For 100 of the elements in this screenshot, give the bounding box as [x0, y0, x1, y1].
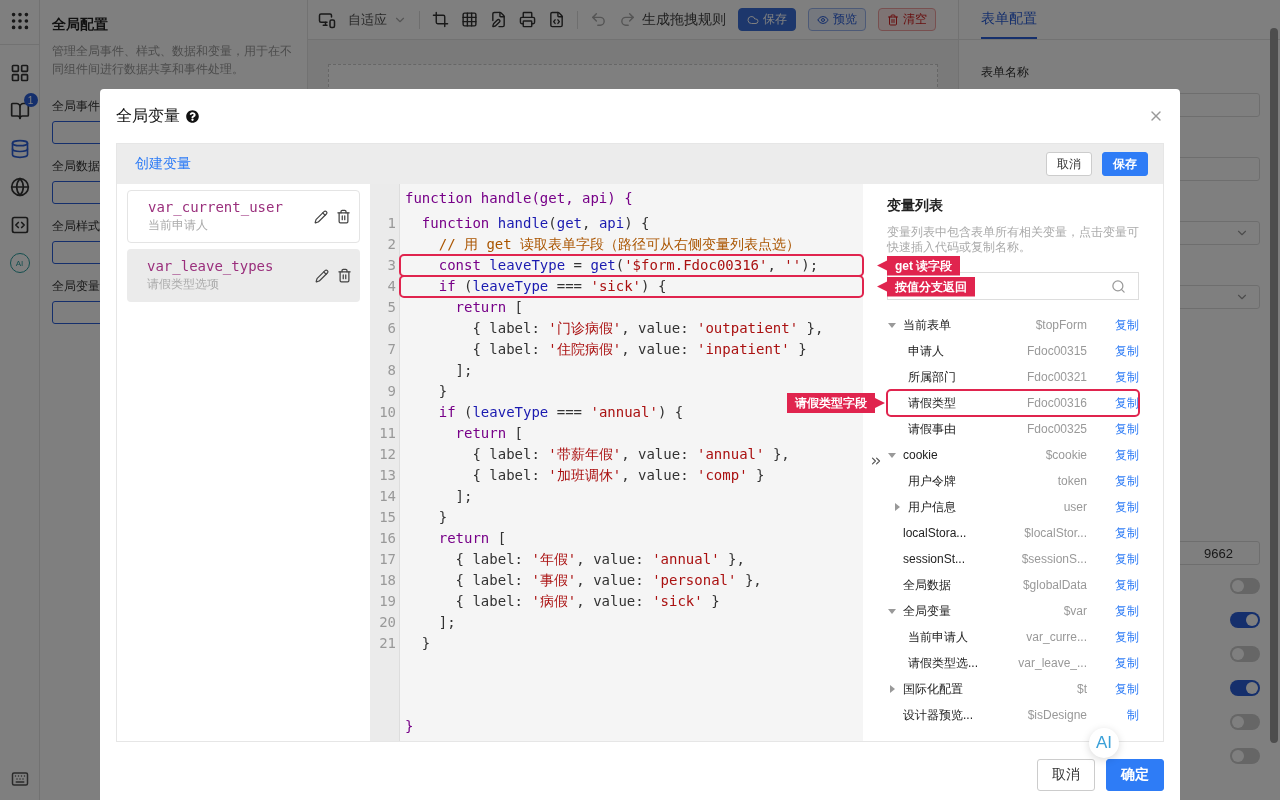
variable-path: $var — [1062, 604, 1087, 618]
code-line: const leaveType = get('$form.Fdoc00316', ''); — [400, 255, 863, 276]
line-number: 4 — [386, 277, 397, 296]
variable-row[interactable]: 所属部门 Fdoc00321 复制 — [887, 364, 1139, 390]
toggle-switch[interactable] — [1230, 612, 1260, 628]
globe-icon[interactable] — [9, 177, 30, 197]
variable-description: 当前申请人 — [148, 217, 209, 234]
variable-label: cookie — [903, 448, 938, 462]
toolbar-button[interactable]: 保存 — [738, 8, 796, 31]
code-line: } — [404, 717, 414, 736]
variable-row[interactable]: 设计器预览... $isDesigne 制 — [887, 702, 1139, 728]
delete-button[interactable] — [337, 268, 352, 283]
edit-button[interactable] — [314, 209, 328, 224]
toggle-switch[interactable] — [1230, 680, 1260, 696]
variable-label: 请假类型选... — [908, 654, 978, 672]
variable-row[interactable]: 用户令牌 token 复制 — [887, 468, 1139, 494]
caret-down-icon[interactable] — [888, 451, 896, 459]
grid-icon[interactable] — [461, 11, 478, 28]
create-variable-link[interactable]: 创建变量 — [135, 155, 191, 173]
variable-row[interactable]: 国际化配置 $t 复制 — [887, 676, 1139, 702]
copy-link[interactable]: 复制 — [1105, 394, 1139, 412]
copy-link[interactable]: 复制 — [1105, 446, 1139, 464]
variable-row[interactable]: 全局数据 $globalData 复制 — [887, 572, 1139, 598]
edit-button[interactable] — [315, 268, 329, 283]
variable-row[interactable]: 全局变量 $var 复制 — [887, 598, 1139, 624]
file-code-icon[interactable] — [548, 11, 565, 28]
copy-link[interactable]: 复制 — [1105, 420, 1139, 438]
caret-right-icon[interactable] — [888, 685, 896, 693]
copy-link[interactable]: 复制 — [1105, 342, 1139, 360]
copy-link[interactable]: 复制 — [1105, 576, 1139, 594]
variable-card[interactable]: var_leave_types 请假类型选项 — [127, 249, 360, 302]
toggle-switch[interactable] — [1230, 748, 1260, 764]
ai-assistant-button[interactable]: AI — [1089, 728, 1119, 758]
code-icon[interactable] — [9, 215, 30, 235]
help-icon[interactable] — [186, 109, 199, 123]
dialog-title: 全局变量 — [116, 105, 180, 126]
variable-row[interactable]: localStora... $localStor... 复制 — [887, 520, 1139, 546]
variable-row[interactable]: 请假事由 Fdoc00325 复制 — [887, 416, 1139, 442]
print-icon[interactable] — [519, 11, 536, 28]
variable-row[interactable]: 当前申请人 var_curre... 复制 — [887, 624, 1139, 650]
code-line: { label: '住院病假', value: 'inpatient' } — [471, 340, 807, 359]
caret-down-icon[interactable] — [888, 607, 896, 615]
field-label: 表单名称 — [981, 64, 1030, 81]
toggle-switch[interactable] — [1230, 646, 1260, 662]
copy-link[interactable]: 制 — [1105, 706, 1139, 724]
section-label: 全局变量 — [52, 278, 100, 295]
copy-link[interactable]: 复制 — [1105, 472, 1139, 490]
copy-link[interactable]: 复制 — [1105, 524, 1139, 542]
database-icon[interactable] — [9, 139, 30, 159]
variable-row[interactable]: 用户信息 user 复制 — [887, 494, 1139, 520]
line-number: 13 — [378, 466, 397, 485]
footer-button[interactable]: 确定 — [1106, 759, 1164, 791]
grid-icon[interactable] — [9, 63, 30, 83]
copy-link[interactable]: 复制 — [1105, 602, 1139, 620]
copy-link[interactable]: 复制 — [1105, 368, 1139, 386]
copy-link[interactable]: 复制 — [1105, 498, 1139, 516]
caret-down-icon[interactable] — [888, 321, 896, 329]
panel-tab[interactable]: 表单配置 — [981, 0, 1037, 39]
toolbar-button[interactable]: 清空 — [878, 8, 936, 31]
variable-path: $isDesigne — [1026, 708, 1087, 722]
variable-card[interactable]: var_current_user 当前申请人 — [127, 190, 360, 243]
zoom-select[interactable]: 自适应 — [348, 10, 407, 29]
callout-tooltip: 请假类型字段 — [787, 393, 885, 413]
expand-icon[interactable] — [869, 454, 883, 468]
line-number: 21 — [378, 634, 397, 653]
header-button[interactable]: 保存 — [1102, 152, 1148, 176]
footer-button[interactable]: 取消 — [1037, 759, 1095, 791]
scrollbar[interactable] — [1270, 28, 1278, 743]
variable-label: 国际化配置 — [903, 680, 963, 698]
variable-row[interactable]: 申请人 Fdoc00315 复制 — [887, 338, 1139, 364]
toggle-switch[interactable] — [1230, 578, 1260, 594]
copy-link[interactable]: 复制 — [1105, 654, 1139, 672]
panel-title: 变量列表 — [887, 197, 944, 215]
variable-row[interactable]: cookie $cookie 复制 — [887, 442, 1139, 468]
line-number: 5 — [386, 298, 397, 317]
copy-link[interactable]: 复制 — [1105, 680, 1139, 698]
section-label: 全局数据 — [52, 158, 100, 175]
delete-button[interactable] — [336, 209, 351, 224]
variable-row[interactable]: sessionSt... $sessionS... 复制 — [887, 546, 1139, 572]
crop-icon[interactable] — [432, 11, 449, 28]
code-line: return [ — [437, 529, 507, 548]
variable-row[interactable]: 请假类型选... var_leave_... 复制 — [887, 650, 1139, 676]
cloud-icon — [747, 13, 759, 26]
copy-link[interactable]: 复制 — [1105, 316, 1139, 334]
book-icon[interactable] — [9, 101, 30, 121]
copy-link[interactable]: 复制 — [1105, 550, 1139, 568]
toolbar-button[interactable]: 预览 — [808, 8, 866, 31]
line-number: 7 — [386, 340, 397, 359]
header-button[interactable]: 取消 — [1046, 152, 1092, 176]
copy-link[interactable]: 复制 — [1105, 628, 1139, 646]
caret-right-icon[interactable] — [893, 503, 901, 511]
variable-row[interactable]: 当前表单 $topForm 复制 — [887, 312, 1139, 338]
keyboard-icon[interactable] — [10, 770, 29, 788]
variable-path: token — [1056, 474, 1087, 488]
variable-row[interactable]: 请假类型 Fdoc00316 复制 — [887, 390, 1139, 416]
generate-rules-link[interactable]: 生成拖拽规则 — [642, 10, 726, 29]
device-icon[interactable] — [318, 10, 336, 29]
edit-file-icon[interactable] — [490, 11, 507, 28]
toggle-switch[interactable] — [1230, 714, 1260, 730]
code-line: { label: '门诊病假', value: 'outpatient' }, — [471, 319, 824, 338]
